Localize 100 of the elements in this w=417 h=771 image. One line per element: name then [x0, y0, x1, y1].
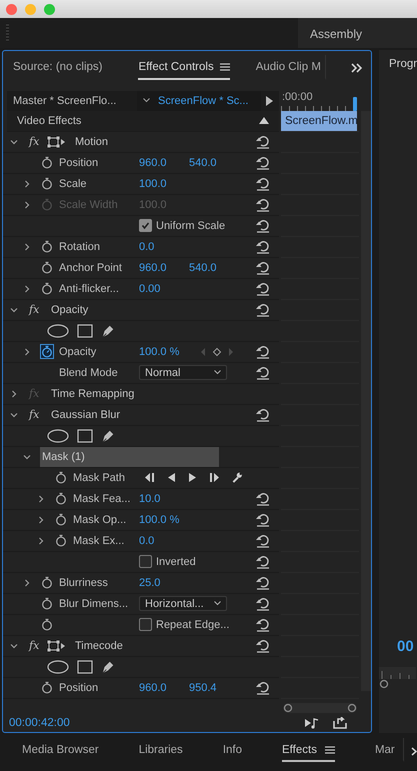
rectangle-mask-icon[interactable] — [77, 428, 93, 443]
chevron-right-icon[interactable] — [23, 578, 31, 587]
pen-icon[interactable] — [101, 428, 115, 443]
stopwatch-icon[interactable] — [55, 513, 67, 526]
pen-icon[interactable] — [101, 324, 115, 338]
ellipse-mask-icon[interactable] — [47, 428, 69, 443]
parameter-value[interactable]: 540.0 — [189, 156, 239, 169]
stopwatch-icon[interactable] — [41, 576, 53, 590]
parameter-value[interactable]: 960.0 — [139, 262, 189, 274]
parameter-value[interactable]: 0.0 — [139, 534, 189, 547]
chevron-right-icon[interactable] — [23, 348, 31, 356]
stopwatch-icon[interactable] — [41, 261, 53, 274]
stopwatch-icon[interactable] — [41, 240, 53, 254]
reset-icon[interactable] — [255, 512, 271, 527]
stopwatch-icon[interactable] — [41, 597, 53, 610]
parameter-value[interactable]: 0.0 — [139, 240, 189, 253]
workspace-tab[interactable]: Assembly — [298, 18, 417, 48]
reset-icon[interactable] — [255, 554, 271, 569]
collapse-up-icon[interactable] — [259, 117, 269, 124]
panel-tab[interactable]: Effect Controls — [138, 55, 230, 80]
reset-icon[interactable] — [255, 680, 271, 695]
transform-icon[interactable] — [47, 640, 65, 652]
stopwatch-icon[interactable] — [55, 534, 67, 548]
reset-icon[interactable] — [255, 260, 271, 275]
stopwatch-icon[interactable] — [41, 681, 53, 694]
vertical-scrollbar[interactable] — [361, 110, 371, 691]
chevron-right-icon[interactable] — [23, 284, 31, 293]
checkbox[interactable] — [139, 618, 152, 632]
chevron-down-icon[interactable] — [10, 642, 18, 650]
parameter-value[interactable]: 960.0 — [139, 156, 189, 169]
reset-icon[interactable] — [255, 534, 271, 548]
stopwatch-icon[interactable] — [41, 156, 53, 170]
grip-icon[interactable] — [6, 24, 9, 42]
reset-icon[interactable] — [255, 302, 271, 317]
overflow-icon[interactable] — [351, 62, 363, 73]
pen-icon[interactable] — [101, 660, 115, 674]
chevron-right-icon[interactable] — [37, 494, 45, 503]
stopwatch-icon[interactable] — [55, 492, 67, 506]
ellipse-mask-icon[interactable] — [47, 324, 69, 338]
ellipse-mask-icon[interactable] — [47, 660, 69, 674]
previous-keyframe-icon[interactable] — [143, 472, 155, 484]
chevron-down-icon[interactable] — [23, 452, 31, 461]
mask-item[interactable]: Mask (1) — [40, 446, 219, 467]
panel-tab[interactable]: Info — [222, 738, 242, 762]
reset-icon[interactable] — [255, 638, 271, 653]
chevron-down-icon[interactable] — [10, 306, 18, 314]
reset-icon[interactable] — [255, 618, 271, 632]
checkbox[interactable] — [139, 219, 152, 232]
stopwatch-icon[interactable] — [40, 344, 54, 360]
playhead[interactable] — [353, 96, 357, 111]
chevron-down-icon[interactable] — [10, 138, 18, 146]
chevron-right-icon[interactable] — [411, 747, 417, 756]
parameter-value[interactable]: 100.0 % — [139, 346, 189, 358]
stopwatch-icon[interactable] — [41, 177, 53, 190]
reset-icon[interactable] — [255, 576, 271, 590]
panel-tab[interactable]: Mar — [374, 738, 404, 762]
panel-tab[interactable]: Audio Clip M — [256, 55, 326, 80]
parameter-value[interactable]: 540.0 — [189, 262, 239, 274]
next-keyframe-icon[interactable] — [209, 472, 221, 484]
rectangle-mask-icon[interactable] — [77, 660, 93, 674]
play-audio-icon[interactable] — [305, 717, 319, 730]
stopwatch-icon[interactable] — [41, 282, 53, 296]
parameter-value[interactable]: 10.0 — [139, 492, 189, 505]
parameter-value[interactable]: 100.0 — [139, 178, 189, 190]
fx-toggle[interactable]: fx — [29, 135, 47, 148]
chevron-right-icon[interactable] — [23, 242, 31, 251]
horizontal-scrollbar[interactable] — [283, 703, 357, 714]
chevron-down-icon[interactable] — [10, 410, 18, 419]
reset-icon[interactable] — [255, 198, 271, 212]
rectangle-mask-icon[interactable] — [77, 324, 93, 338]
panel-tab[interactable]: Effects — [282, 738, 335, 762]
fx-toggle[interactable]: fx — [29, 639, 47, 652]
reset-icon[interactable] — [255, 240, 271, 254]
checkbox[interactable] — [139, 555, 152, 568]
dropdown[interactable]: Normal — [139, 365, 227, 380]
parameter-value[interactable]: 100.0 % — [139, 514, 189, 526]
fx-toggle[interactable]: fx — [29, 303, 47, 316]
menu-icon[interactable] — [324, 746, 335, 754]
chevron-right-icon[interactable] — [37, 536, 45, 545]
stopwatch-icon[interactable] — [55, 471, 67, 484]
reset-icon[interactable] — [255, 156, 271, 170]
panel-tab[interactable]: Libraries — [138, 738, 183, 762]
current-time[interactable]: 00:00:42:00 — [9, 717, 70, 730]
reset-icon[interactable] — [255, 366, 271, 380]
parameter-value[interactable]: 950.4 — [189, 682, 239, 694]
reset-icon[interactable] — [255, 492, 271, 506]
reset-icon[interactable] — [255, 596, 271, 611]
program-scrollbar[interactable] — [379, 667, 416, 689]
chevron-right-icon[interactable] — [37, 516, 45, 524]
reset-icon[interactable] — [255, 176, 271, 191]
panel-tab[interactable]: Media Browser — [22, 738, 99, 762]
fx-toggle[interactable]: fx — [29, 408, 47, 422]
reset-icon[interactable] — [255, 218, 271, 233]
play-icon[interactable] — [265, 96, 273, 106]
panel-tab[interactable]: Source: (no clips) — [13, 55, 112, 80]
reset-icon[interactable] — [255, 282, 271, 296]
reset-icon[interactable] — [255, 134, 271, 149]
reset-icon[interactable] — [255, 344, 271, 359]
wrench-icon[interactable] — [231, 472, 243, 484]
transform-icon[interactable] — [47, 136, 65, 148]
